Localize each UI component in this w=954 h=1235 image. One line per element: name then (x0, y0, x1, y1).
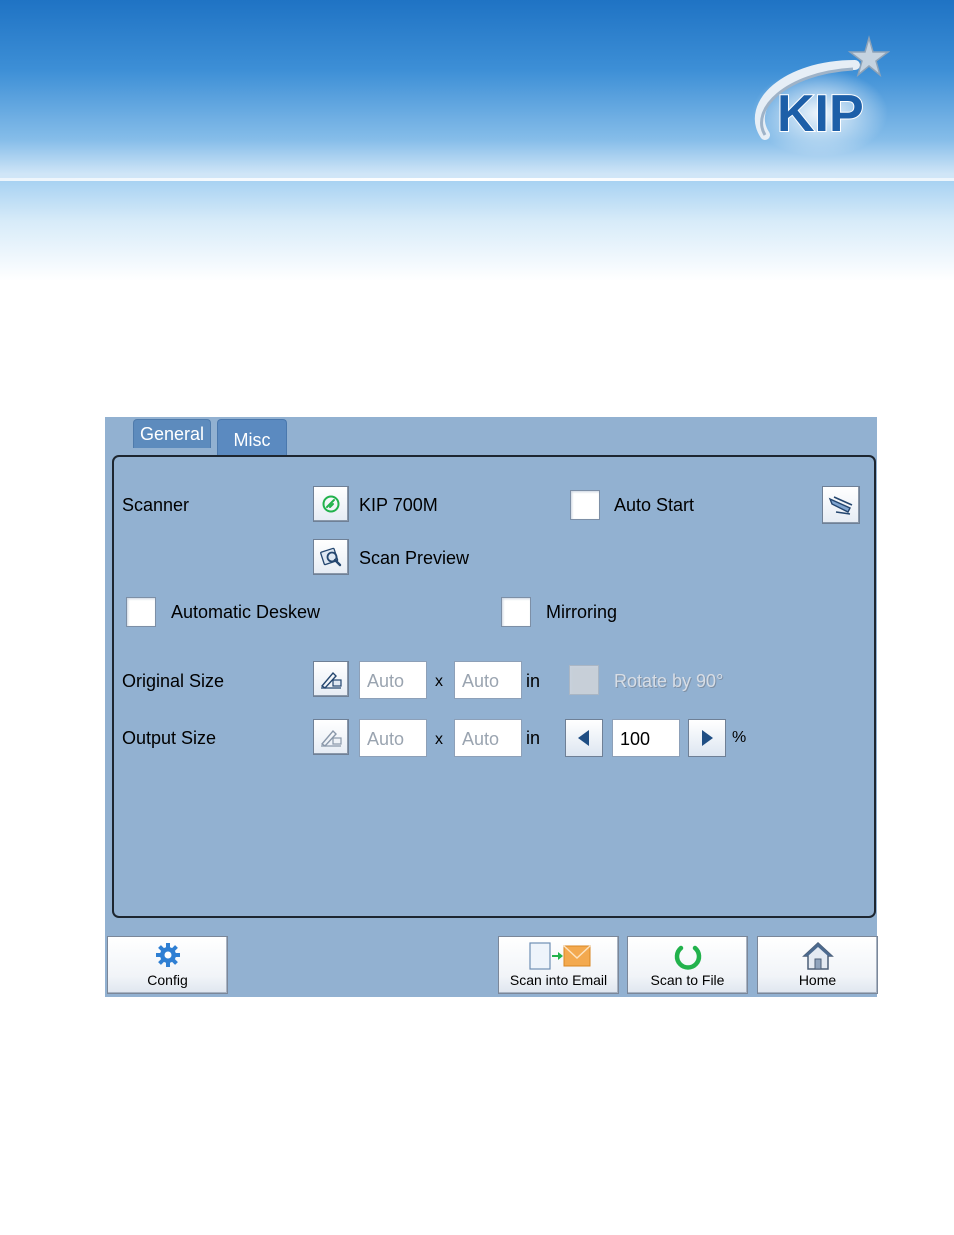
scan-preview-button[interactable] (313, 539, 349, 575)
tab-general[interactable]: General (133, 419, 211, 448)
arrow-right-icon (702, 730, 713, 746)
scanner-select-button[interactable] (313, 486, 349, 522)
scan-into-email-button[interactable]: Scan into Email (498, 936, 619, 994)
output-size-label: Output Size (122, 728, 217, 748)
original-size-unit: in (526, 671, 541, 691)
scan-to-file-button[interactable]: Scan to File (627, 936, 748, 994)
tab-misc[interactable]: Misc (217, 419, 287, 456)
pencil-eraser-icon (320, 729, 342, 747)
auto-start-label: Auto Start (614, 495, 695, 515)
rotate-90-checkbox[interactable] (569, 665, 599, 695)
config-button[interactable]: Config (107, 936, 228, 994)
scan-into-email-label: Scan into Email (509, 972, 608, 988)
home-label: Home (798, 972, 837, 988)
scale-unit: % (732, 729, 747, 746)
refresh-icon (673, 941, 703, 976)
scan-preview-icon (320, 547, 342, 567)
gear-icon (154, 941, 182, 974)
scanner-feed-icon (828, 496, 853, 515)
home-button[interactable]: Home (757, 936, 878, 994)
output-height-field[interactable]: Auto (454, 719, 522, 757)
scan-to-file-label: Scan to File (650, 972, 725, 988)
scan-preview-label: Scan Preview (359, 548, 470, 568)
scale-decrease-button[interactable] (565, 719, 603, 757)
output-width-field[interactable]: Auto (359, 719, 427, 757)
header-banner-lower (0, 181, 954, 281)
original-size-edit-button[interactable] (313, 661, 349, 697)
original-size-times: x (435, 673, 443, 690)
config-label: Config (147, 972, 188, 988)
mirroring-checkbox[interactable] (501, 597, 531, 627)
kip-logo: KIP (745, 35, 891, 160)
arrow-left-icon (578, 730, 589, 746)
scanner-label: Scanner (122, 495, 190, 515)
rotate-90-label: Rotate by 90° (614, 671, 724, 691)
original-width-field[interactable]: Auto (359, 661, 427, 699)
settings-window: General Misc Scanner KIP 700M Auto Start… (105, 417, 878, 997)
original-height-field[interactable]: Auto (454, 661, 522, 699)
mirroring-label: Mirroring (546, 602, 618, 622)
scale-field[interactable]: 100 (612, 719, 680, 757)
auto-start-checkbox[interactable] (570, 490, 600, 520)
start-scan-button[interactable] (822, 486, 860, 524)
automatic-deskew-checkbox[interactable] (126, 597, 156, 627)
output-size-edit-button[interactable] (313, 719, 349, 755)
scan-email-icon (527, 941, 591, 976)
output-size-unit: in (526, 728, 541, 748)
output-size-times: x (435, 731, 443, 748)
original-size-label: Original Size (122, 671, 225, 691)
logo-text: KIP (777, 85, 864, 143)
scanner-device-name: KIP 700M (359, 495, 438, 515)
pencil-eraser-icon (320, 671, 342, 689)
automatic-deskew-label: Automatic Deskew (171, 602, 321, 622)
scale-increase-button[interactable] (688, 719, 726, 757)
scanner-status-icon (322, 495, 340, 513)
home-icon (801, 941, 834, 976)
header-divider (0, 178, 954, 181)
